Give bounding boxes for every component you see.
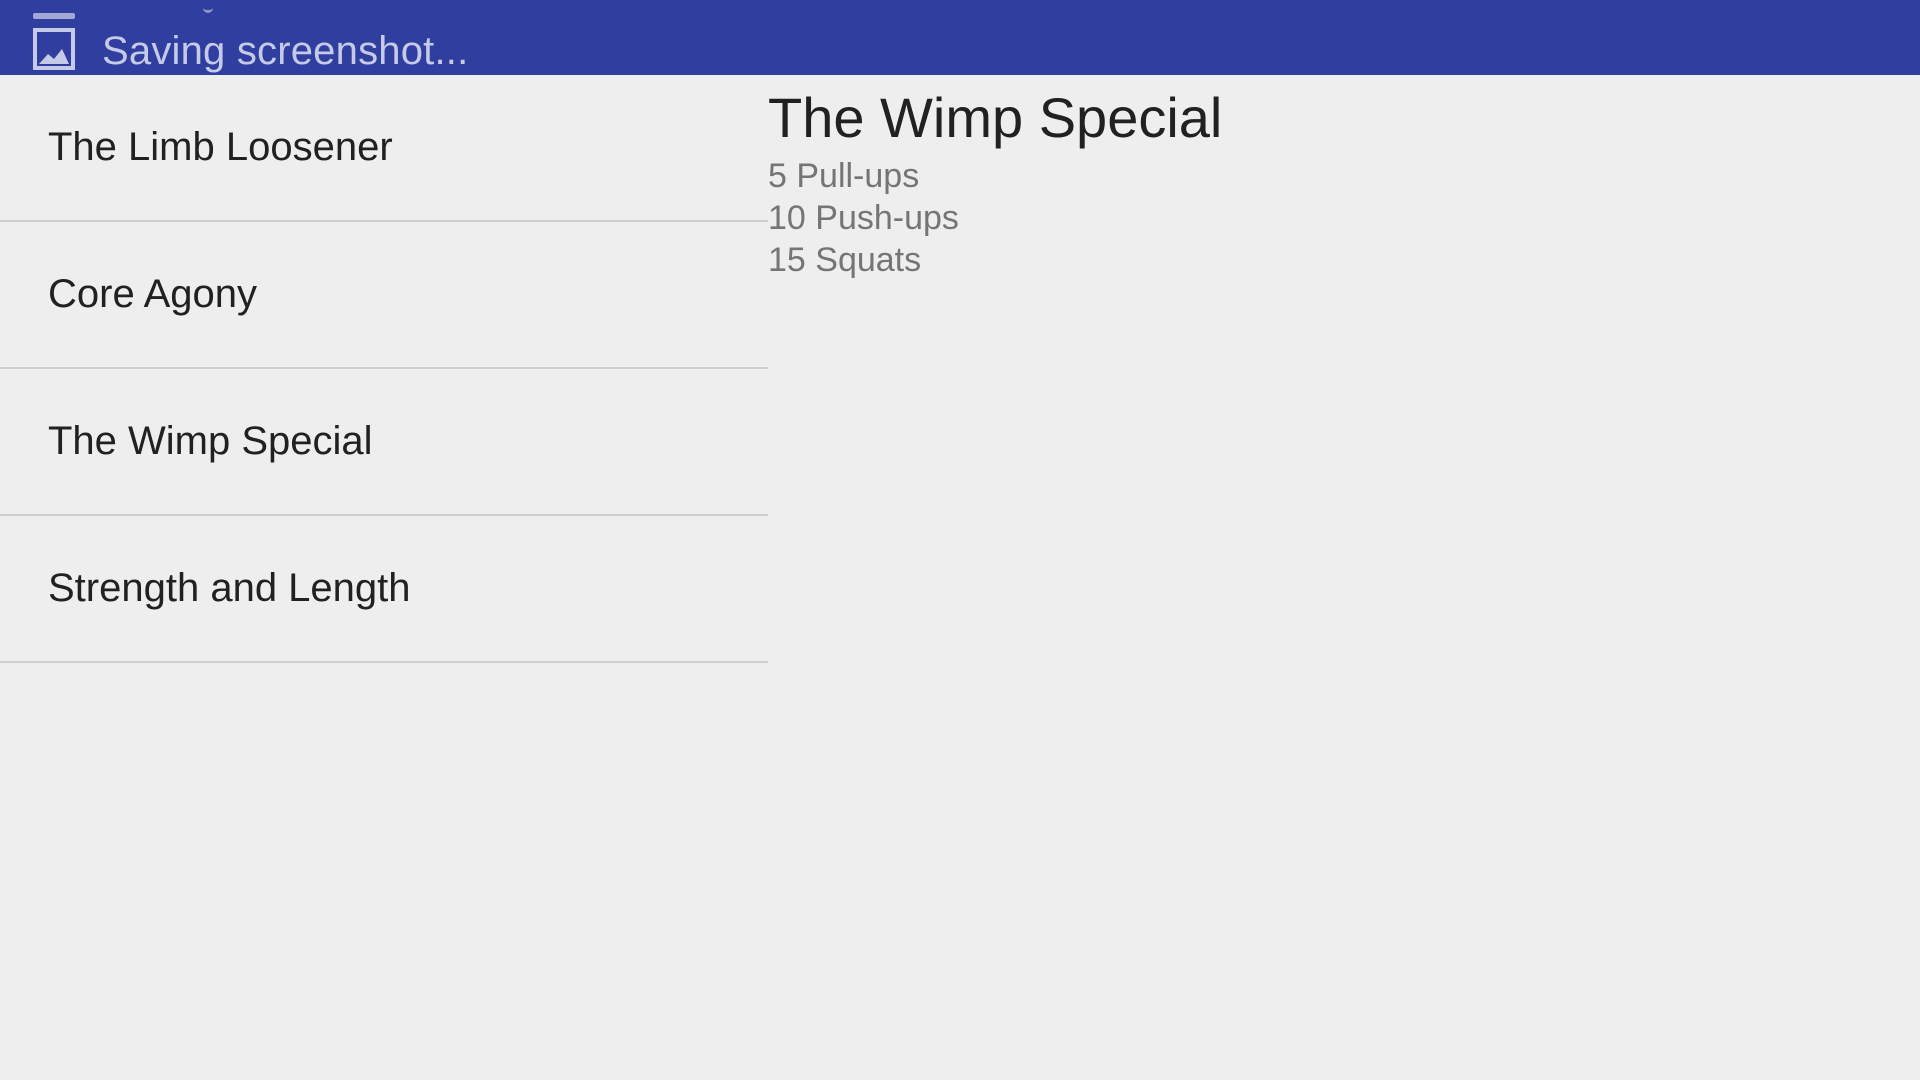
workout-list: The Limb Loosener Core Agony The Wimp Sp… — [0, 75, 768, 663]
workout-list-item[interactable]: Core Agony — [0, 222, 768, 369]
screenshot-image-icon — [33, 28, 75, 70]
workout-list-item[interactable]: Strength and Length — [0, 516, 768, 663]
workout-detail-title: The Wimp Special — [768, 86, 1223, 149]
workout-list-item-label: Core Agony — [48, 272, 258, 316]
workout-list-item-label: Strength and Length — [48, 566, 411, 610]
workout-list-item[interactable]: The Wimp Special — [0, 369, 768, 516]
notification-ghost-glyph — [203, 6, 213, 13]
workout-list-item-label: The Wimp Special — [48, 419, 373, 463]
exercise-item: 5 Pull-ups — [768, 157, 920, 195]
workout-list-item-label: The Limb Loosener — [48, 125, 393, 169]
workout-list-item[interactable]: The Limb Loosener — [0, 75, 768, 222]
status-bar: Saving screenshot... — [0, 0, 1920, 75]
notification-text: Saving screenshot... — [102, 29, 469, 73]
notification-ghost-icon — [33, 13, 75, 19]
exercise-list: 5 Pull-ups 10 Push-ups 15 Squats — [768, 155, 959, 281]
workout-detail: The Wimp Special 5 Pull-ups 10 Push-ups … — [768, 75, 1920, 1080]
exercise-item: 15 Squats — [768, 241, 922, 279]
exercise-item: 10 Push-ups — [768, 199, 959, 237]
